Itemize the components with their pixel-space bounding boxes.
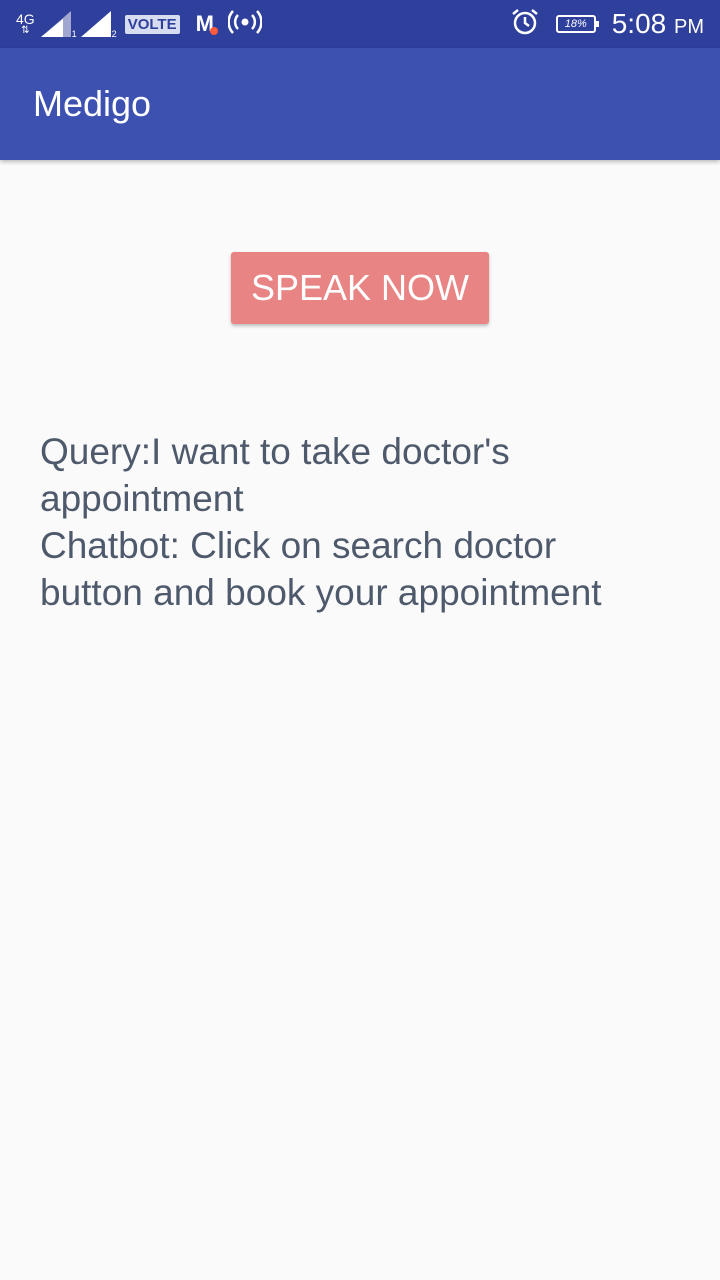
status-bar-right: 18% 5:08 PM	[510, 0, 704, 48]
network-type-label: 4G	[16, 11, 35, 27]
battery-level: 18%	[564, 18, 587, 30]
carrier-logo-icon: M	[196, 11, 218, 37]
status-bar: 4G ⇅ 1 2 VOLTE M 18% 5:08 PM	[0, 0, 720, 48]
signal-icon: 1	[40, 11, 77, 39]
chat-line: Query:I want to take doctor's	[40, 431, 510, 472]
hotspot-icon	[227, 9, 263, 39]
volte-badge: VOLTE	[124, 14, 180, 34]
status-bar-left: 4G ⇅ 1 2 VOLTE M	[16, 0, 263, 48]
signal-icon: 2	[80, 11, 117, 39]
alarm-icon	[510, 7, 540, 41]
chat-line: appointment	[40, 478, 244, 519]
network-type-indicator: 4G ⇅	[16, 12, 35, 36]
app-bar: Medigo	[0, 48, 720, 160]
chat-line: Chatbot: Click on search doctor	[40, 525, 557, 566]
speak-now-button[interactable]: SPEAK NOW	[231, 252, 489, 324]
battery-icon: 18%	[555, 15, 599, 33]
clock-time: 5:08	[611, 8, 667, 39]
chat-line: button and book your appointment	[40, 572, 602, 613]
notification-dot	[209, 27, 218, 35]
network-activity-icon: ⇅	[21, 25, 30, 36]
clock-ampm: PM	[674, 16, 704, 38]
sim2-label: 2	[111, 29, 117, 39]
sim1-label: 1	[71, 29, 77, 39]
chat-transcript: Query:I want to take doctor's appointmen…	[40, 428, 680, 616]
app-title: Medigo	[33, 83, 152, 124]
status-clock: 5:08 PM	[612, 8, 704, 40]
